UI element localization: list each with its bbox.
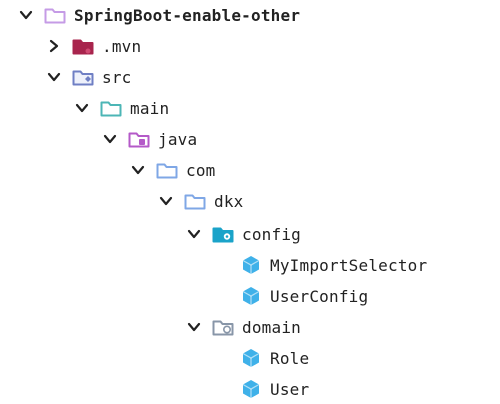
tree-item-java[interactable]: java: [102, 126, 197, 152]
tree-item-dkx[interactable]: dkx: [158, 188, 244, 214]
chevron-down-icon[interactable]: [186, 226, 202, 242]
chevron-down-icon[interactable]: [74, 100, 90, 116]
folder-icon: [72, 37, 94, 55]
tree-item-mvn[interactable]: .mvn: [46, 33, 141, 59]
package-folder-icon: [184, 192, 206, 210]
tree-item-myimportselector[interactable]: MyImportSelector: [214, 252, 427, 278]
tree-item-label: dkx: [214, 191, 244, 211]
tree-item-user[interactable]: User: [214, 376, 309, 402]
tree-item-label: src: [102, 67, 132, 87]
chevron-down-icon[interactable]: [18, 7, 34, 23]
java-class-icon: [240, 287, 262, 305]
tree-item-label: config: [242, 224, 301, 244]
tree-item-label: domain: [242, 317, 301, 337]
chevron-down-icon[interactable]: [158, 193, 174, 209]
tree-item-domain[interactable]: domain: [186, 314, 301, 340]
tree-item-label: main: [130, 98, 170, 118]
chevron-down-icon[interactable]: [46, 69, 62, 85]
tree-item-label: com: [186, 160, 216, 180]
tree-item-src[interactable]: src: [46, 64, 132, 90]
chevron-down-icon[interactable]: [186, 319, 202, 335]
domain-folder-icon: [212, 318, 234, 336]
chevron-down-icon[interactable]: [102, 131, 118, 147]
tree-item-com[interactable]: com: [130, 157, 216, 183]
java-class-icon: [240, 256, 262, 274]
folder-icon: [100, 99, 122, 117]
tree-item-label: User: [270, 379, 310, 399]
tree-root-label: SpringBoot-enable-other: [74, 5, 301, 25]
folder-icon: [128, 130, 150, 148]
tree-item-main[interactable]: main: [74, 95, 169, 121]
package-folder-icon: [156, 161, 178, 179]
config-folder-icon: [212, 225, 234, 243]
tree-item-label: .mvn: [102, 36, 142, 56]
tree-item-role[interactable]: Role: [214, 345, 309, 371]
java-class-icon: [240, 380, 262, 398]
tree-item-config[interactable]: config: [186, 221, 301, 247]
tree-item-label: java: [158, 129, 198, 149]
tree-item-userconfig[interactable]: UserConfig: [214, 283, 368, 309]
project-tree: SpringBoot-enable-other .mvn src main ja…: [0, 0, 500, 404]
java-class-icon: [240, 349, 262, 367]
source-folder-icon: [72, 68, 94, 86]
project-folder-icon: [44, 6, 66, 24]
tree-item-label: Role: [270, 348, 310, 368]
tree-root-row[interactable]: SpringBoot-enable-other: [18, 2, 300, 28]
chevron-right-icon[interactable]: [46, 38, 62, 54]
tree-item-label: UserConfig: [270, 286, 369, 306]
chevron-down-icon[interactable]: [130, 162, 146, 178]
tree-item-label: MyImportSelector: [270, 255, 428, 275]
